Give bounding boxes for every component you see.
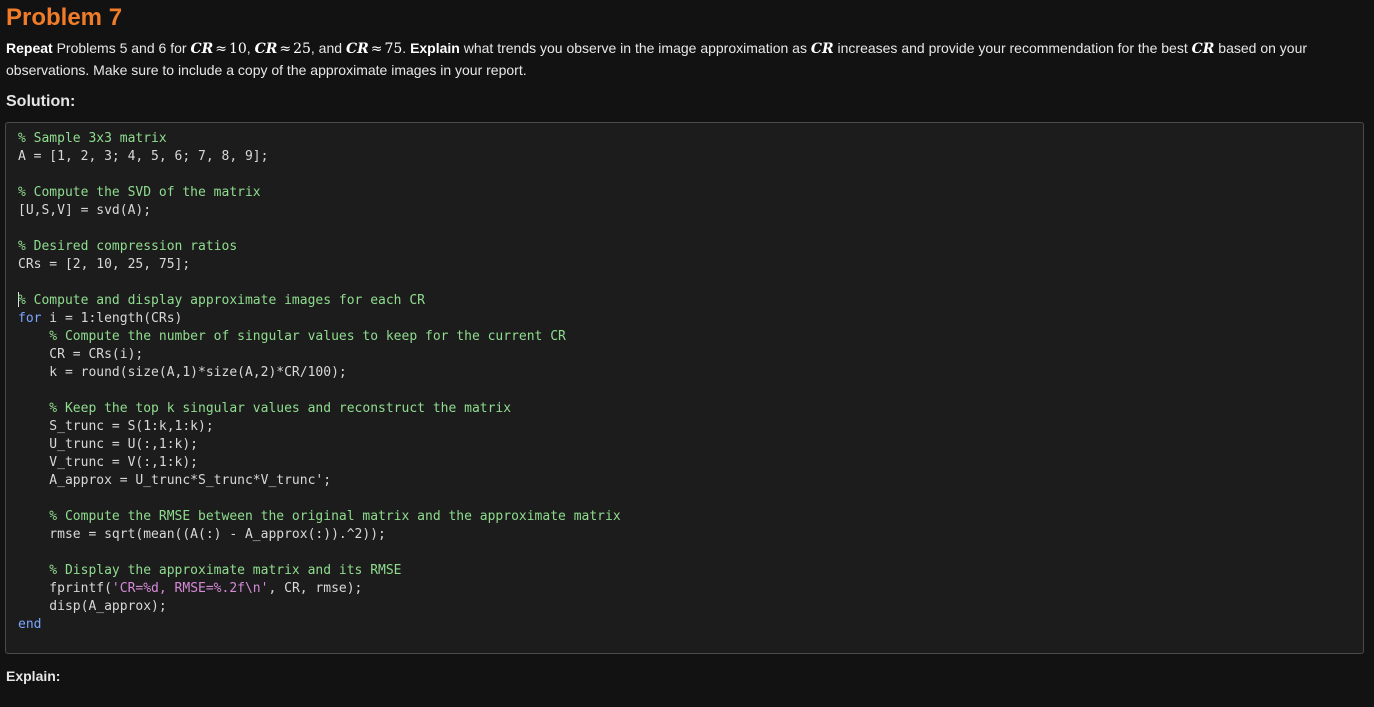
code-line-13: CR = CRs(i);: [18, 347, 144, 362]
math-cr-best: CR: [1191, 41, 1215, 57]
code-line-7: % Desired compression ratios: [18, 239, 238, 254]
code-line-19: V_trunc = V(:,1:k);: [18, 455, 199, 470]
code-line-8: CRs = [2, 10, 25, 75];: [18, 257, 191, 272]
code-line-4: % Compute the SVD of the matrix: [18, 185, 261, 200]
code-content[interactable]: % Sample 3x3 matrix A = [1, 2, 3; 4, 5, 6…: [18, 130, 621, 634]
code-line-16: % Keep the top k singular values and rec…: [18, 401, 512, 416]
code-editor[interactable]: % Sample 3x3 matrix A = [1, 2, 3; 4, 5, 6…: [5, 122, 1364, 654]
code-line-26: fprintf('CR=%d, RMSE=%.2f\n', CR, rmse);: [18, 581, 363, 596]
explain-keyword: Explain: [410, 40, 460, 56]
code-line-22: % Compute the RMSE between the original …: [18, 509, 621, 524]
problem-statement: Repeat Problems 5 and 6 for CR ≈10, CR ≈25…: [6, 40, 1308, 78]
math-cr-25: CR ≈25: [254, 41, 311, 57]
problem-title: Problem 7: [6, 4, 123, 31]
code-line-12: % Compute the number of singular values …: [18, 329, 566, 344]
code-line-27: disp(A_approx);: [18, 599, 167, 614]
code-line-17: S_trunc = S(1:k,1:k);: [18, 419, 214, 434]
code-line-14: k = round(size(A,1)*size(A,2)*CR/100);: [18, 365, 347, 380]
math-cr: CR: [810, 41, 834, 57]
code-line-20: A_approx = U_trunc*S_trunc*V_trunc';: [18, 473, 332, 488]
code-line-23: rmse = sqrt(mean((A(:) - A_approx(:)).^2…: [18, 527, 386, 542]
code-line-28: end: [18, 617, 42, 632]
code-line-5: [U,S,V] = svd(A);: [18, 203, 152, 218]
explain-label: Explain:: [6, 668, 61, 684]
repeat-keyword: Repeat: [6, 40, 53, 56]
code-line-25: % Display the approximate matrix and its…: [18, 563, 402, 578]
code-line-2: A = [1, 2, 3; 4, 5, 6; 7, 8, 9];: [18, 149, 269, 164]
code-line-10: % Compute and display approximate images…: [18, 292, 425, 308]
code-line-18: U_trunc = U(:,1:k);: [18, 437, 199, 452]
math-cr-10: CR ≈10: [190, 41, 247, 57]
code-line-1: % Sample 3x3 matrix: [18, 131, 167, 146]
code-line-11: for i = 1:length(CRs): [18, 311, 183, 326]
solution-label: Solution:: [6, 93, 76, 110]
math-cr-75: CR ≈75: [345, 41, 403, 57]
